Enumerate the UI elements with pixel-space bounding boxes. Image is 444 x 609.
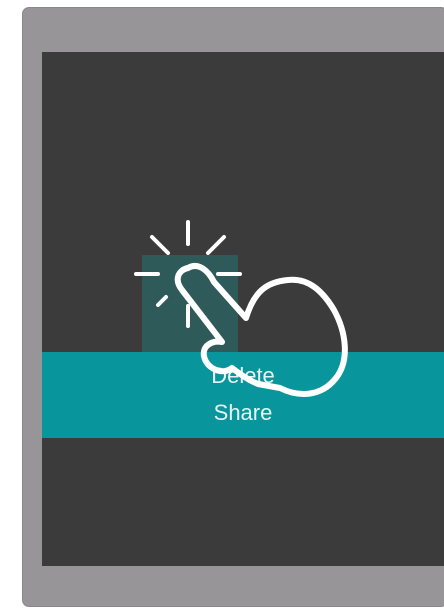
page: Delete Share [0, 0, 444, 609]
device-screen: Delete Share [42, 52, 444, 566]
context-menu-item-delete[interactable]: Delete [42, 363, 444, 389]
context-menu-item-share[interactable]: Share [42, 400, 444, 426]
context-menu: Delete Share [42, 352, 444, 438]
pressed-tile[interactable] [142, 255, 238, 352]
